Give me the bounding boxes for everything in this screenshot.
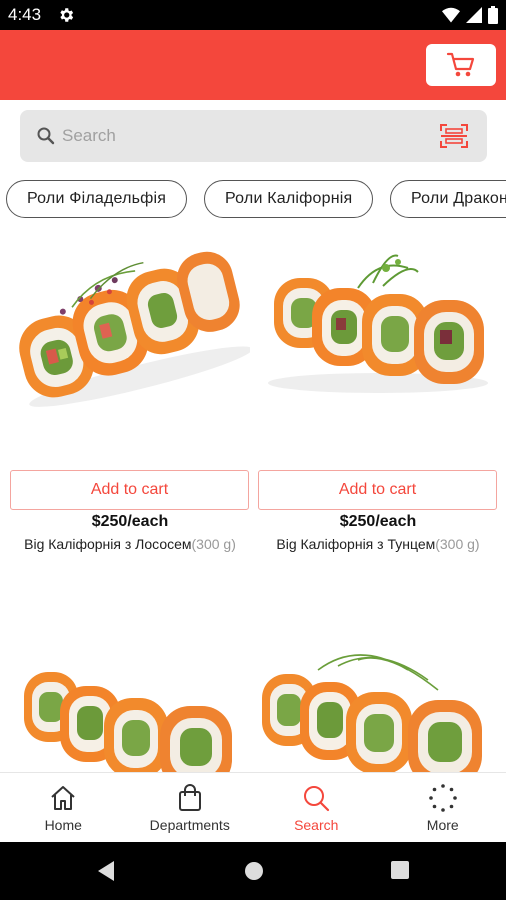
- nav-label: Home: [44, 817, 82, 833]
- product-card: Add to cart $250/each Big Каліфорнія з Т…: [258, 228, 498, 558]
- category-chip-label: Роли Каліфорнія: [225, 190, 353, 207]
- product-image[interactable]: [258, 228, 498, 428]
- wifi-icon: [442, 7, 460, 23]
- nav-label: Search: [294, 817, 339, 833]
- product-image[interactable]: [10, 600, 250, 772]
- product-card: [258, 600, 498, 772]
- battery-icon: [488, 6, 498, 24]
- cell-signal-icon: [466, 7, 482, 23]
- add-to-cart-button[interactable]: Add to cart: [10, 470, 249, 510]
- category-chip-label: Роли Дракон: [411, 190, 506, 207]
- back-icon[interactable]: [96, 860, 116, 882]
- product-name[interactable]: Big Каліфорнія з Лососем(300 g): [10, 536, 250, 552]
- search-input[interactable]: [62, 110, 402, 162]
- add-to-cart-button[interactable]: Add to cart: [258, 470, 497, 510]
- settings-gear-icon: [60, 8, 74, 22]
- bottom-navigation: Home Departments Search More: [0, 772, 506, 842]
- product-title: Big Каліфорнія з Тунцем: [276, 536, 436, 552]
- product-price: $250/each: [91, 513, 169, 530]
- status-time: 4:43: [8, 5, 42, 24]
- product-name[interactable]: Big Каліфорнія з Тунцем(300 g): [258, 536, 498, 552]
- search-icon: [37, 127, 55, 145]
- nav-label: Departments: [149, 817, 230, 833]
- nav-home[interactable]: Home: [0, 773, 127, 842]
- shopping-cart-icon: [446, 52, 475, 77]
- product-title: Big Каліфорнія з Лососем: [24, 536, 192, 552]
- barcode-scan-icon[interactable]: [439, 123, 469, 149]
- category-chip[interactable]: Роли Філадельфія: [6, 180, 188, 218]
- search-icon: [304, 786, 330, 812]
- cart-button[interactable]: [426, 44, 496, 86]
- product-card: Add to cart $250/each Big Каліфорнія з Л…: [10, 228, 250, 558]
- shopping-bag-icon: [178, 784, 201, 811]
- product-card: [10, 600, 250, 772]
- home-icon: [51, 786, 75, 810]
- search-bar: [20, 110, 487, 162]
- product-weight: (300 g): [191, 536, 236, 552]
- category-chip[interactable]: Роли Каліфорнія: [204, 180, 374, 218]
- product-image[interactable]: [258, 600, 498, 772]
- nav-more[interactable]: More: [380, 773, 506, 842]
- product-weight: (300 g): [435, 536, 480, 552]
- category-chip[interactable]: Роли Дракон: [390, 180, 506, 218]
- product-image[interactable]: [10, 228, 250, 428]
- product-price: $250/each: [339, 513, 417, 530]
- status-indicators: [442, 6, 498, 24]
- status-bar: 4:43: [0, 0, 506, 30]
- category-chips: Роли Філадельфія Роли Каліфорнія Роли Др…: [0, 178, 506, 222]
- category-chip-label: Роли Філадельфія: [27, 190, 167, 207]
- recents-square-icon[interactable]: [390, 860, 410, 880]
- nav-departments[interactable]: Departments: [127, 773, 254, 842]
- nav-search[interactable]: Search: [253, 773, 380, 842]
- home-circle-icon[interactable]: [243, 860, 265, 882]
- more-dots-icon: [428, 784, 457, 812]
- system-navigation-bar: [0, 842, 506, 900]
- nav-label: More: [426, 817, 459, 833]
- app-header: [0, 30, 506, 100]
